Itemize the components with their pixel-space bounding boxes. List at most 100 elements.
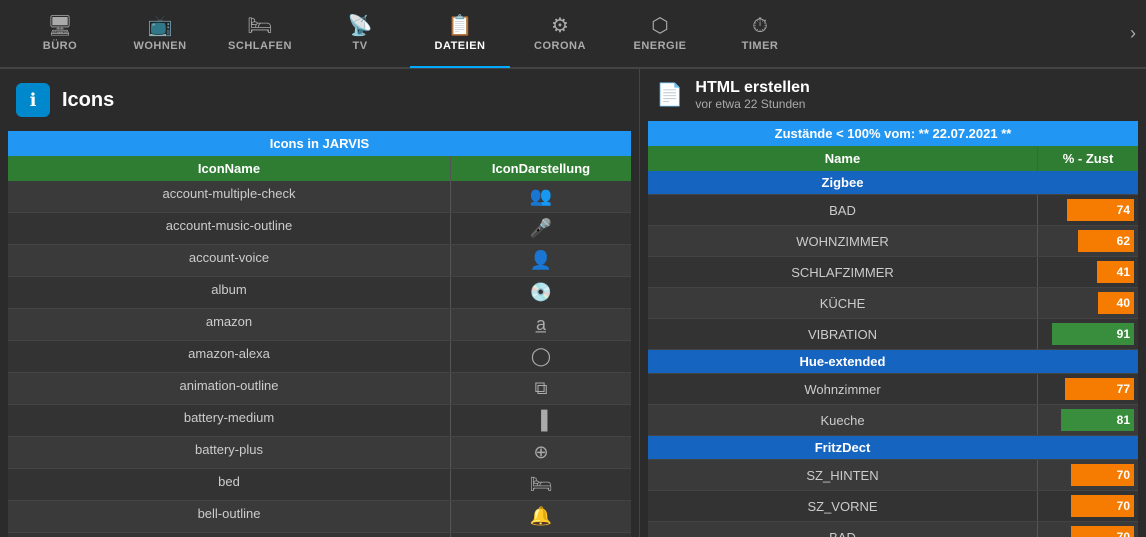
icons-col-icon-header: IconDarstellung [451,156,631,181]
nav-item-buero[interactable]: 🖥 BÜRO [10,0,110,68]
nav-item-dateien[interactable]: 📋 DATEIEN [410,0,510,68]
pct-bar: 74 [1067,199,1134,221]
icon-name-cell: battery-medium [8,405,451,436]
icon-name-cell: battery-plus [8,437,451,468]
icon-symbol-cell: ⧉ [451,373,631,404]
pct-bar: 70 [1071,526,1134,537]
right-pct-cell: 70 [1038,491,1138,521]
icons-table-header: IconName IconDarstellung [8,156,631,181]
right-header-text: HTML erstellen vor etwa 22 Stunden [695,79,809,111]
right-name-cell: BAD [648,522,1038,537]
right-pct-cell: 77 [1038,374,1138,404]
right-pct-cell: 70 [1038,460,1138,490]
right-pct-cell: 62 [1038,226,1138,256]
nav-label-tv: TV [352,40,367,52]
icon-symbol-cell: ✠ [451,533,631,537]
icon-name-cell: bell-outline [8,501,451,532]
icon-name-cell: album [8,277,451,308]
table-row: album 💿 [8,277,631,309]
right-data-row: BAD 74 [648,195,1138,226]
pct-bar: 70 [1071,495,1134,517]
nav-label-schlafen: SCHLAFEN [228,40,292,52]
right-pct-cell: 81 [1038,405,1138,435]
right-pct-cell: 70 [1038,522,1138,537]
icon-symbol-cell: 🔔 [451,501,631,532]
right-name-cell: BAD [648,195,1038,225]
left-panel-header: ℹ Icons [0,69,639,131]
left-panel-icon: ℹ [16,83,50,117]
right-pct-cell: 41 [1038,257,1138,287]
nav-item-wohnen[interactable]: 📺 WOHNEN [110,0,210,68]
nav-arrow[interactable]: › [1130,23,1136,44]
icon-symbol-cell: ◯ [451,341,631,372]
table-row: amazon a̲ [8,309,631,341]
table-row: bed 🛏 [8,469,631,501]
pct-bar: 70 [1071,464,1134,486]
nav-icon-corona: ⚙ [551,16,569,36]
nav-item-schlafen[interactable]: 🛏 SCHLAFEN [210,0,310,68]
right-pct-cell: 40 [1038,288,1138,318]
nav-icon-tv: 📡 [348,16,373,36]
right-pct-cell: 74 [1038,195,1138,225]
right-table-body: Zigbee BAD 74 WOHNZIMMER 62 SCHLAFZIMMER… [648,171,1138,537]
nav-label-energie: ENERGIE [633,40,686,52]
icon-symbol-cell: ⊕ [451,437,631,468]
right-name-cell: Zigbee [648,171,1038,194]
nav-label-timer: TIMER [742,40,779,52]
right-name-cell: Hue-extended [648,350,1038,373]
pct-bar: 62 [1078,230,1134,252]
right-name-cell: SZ_HINTEN [648,460,1038,490]
icon-symbol-cell: ▐ [451,405,631,436]
table-row: battery-medium ▐ [8,405,631,437]
nav-item-energie[interactable]: ⬡ ENERGIE [610,0,710,68]
icon-symbol-cell: 🎤 [451,213,631,244]
table-row: battery-plus ⊕ [8,437,631,469]
nav-icon-schlafen: 🛏 [247,16,272,36]
nav-icon-energie: ⬡ [651,16,668,36]
right-name-cell: WOHNZIMMER [648,226,1038,256]
icons-col-name-header: IconName [8,156,451,181]
icon-name-cell: amazon [8,309,451,340]
icon-name-cell: bed [8,469,451,500]
nav-item-tv[interactable]: 📡 TV [310,0,410,68]
nav-label-wohnen: WOHNEN [133,40,186,52]
pct-bar: 91 [1052,323,1134,345]
right-name-cell: KÜCHE [648,288,1038,318]
icon-symbol-cell: 💿 [451,277,631,308]
icon-name-cell: account-voice [8,245,451,276]
icon-name-cell: amazon-alexa [8,341,451,372]
right-name-cell: VIBRATION [648,319,1038,349]
icon-symbol-cell: a̲ [451,309,631,340]
right-data-row: SZ_HINTEN 70 [648,460,1138,491]
right-name-cell: FritzDect [648,436,1038,459]
top-navigation: 🖥 BÜRO 📺 WOHNEN 🛏 SCHLAFEN 📡 TV 📋 DATEIE… [0,0,1146,69]
icons-table-wrapper: Icons in JARVIS IconName IconDarstellung… [8,131,631,537]
right-pct-cell [1038,436,1138,459]
right-data-row: WOHNZIMMER 62 [648,226,1138,257]
icon-symbol-cell: 👥 [451,181,631,212]
right-data-row: Kueche 81 [648,405,1138,436]
left-panel: ℹ Icons Icons in JARVIS IconName IconDar… [0,69,640,537]
right-name-cell: Kueche [648,405,1038,435]
right-col-name-header: Name [648,146,1038,171]
table-row: animation-outline ⧉ [8,373,631,405]
right-data-row: BAD 70 [648,522,1138,537]
icon-symbol-cell: 🛏 [451,469,631,500]
right-data-row: SZ_VORNE 70 [648,491,1138,522]
nav-item-timer[interactable]: ⏱ TIMER [710,0,810,68]
icon-name-cell: animation-outline [8,373,451,404]
right-col-pct-header: % - Zust [1038,146,1138,171]
pct-bar: 41 [1097,261,1134,283]
right-data-row: SCHLAFZIMMER 41 [648,257,1138,288]
right-data-row: Wohnzimmer 77 [648,374,1138,405]
icon-name-cell: account-music-outline [8,213,451,244]
icon-name-cell: book-cross [8,533,451,537]
right-group-row: Zigbee [648,171,1138,195]
right-group-row: Hue-extended [648,350,1138,374]
icons-table-title: Icons in JARVIS [8,131,631,156]
right-panel: 📄 HTML erstellen vor etwa 22 Stunden Zus… [640,69,1146,537]
nav-item-corona[interactable]: ⚙ CORONA [510,0,610,68]
right-pct-cell [1038,350,1138,373]
table-row: amazon-alexa ◯ [8,341,631,373]
table-row: account-voice 👤 [8,245,631,277]
